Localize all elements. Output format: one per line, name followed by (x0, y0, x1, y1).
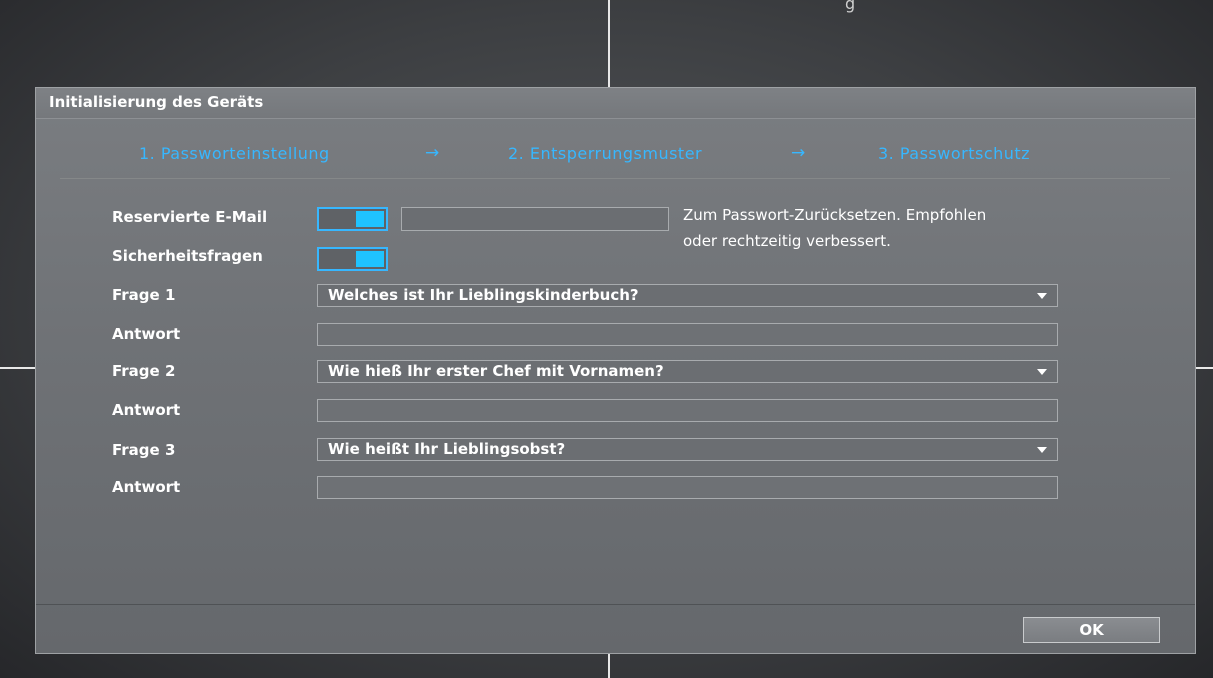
init-device-dialog: Initialisierung des Geräts 1. Passwortei… (35, 87, 1196, 654)
dropdown-caret-icon (1037, 369, 1047, 375)
step-password-setting: 1. Passworteinstellung (139, 144, 330, 163)
question-3-value: Wie heißt Ihr Lieblingsobst? (328, 440, 566, 458)
question-1-label: Frage 1 (112, 286, 176, 304)
steps-divider (60, 178, 1170, 179)
answer-2-input[interactable] (317, 399, 1058, 422)
email-hint-line1: Zum Passwort-Zurücksetzen. Empfohlen (683, 206, 987, 224)
step-arrow-icon: → (425, 143, 440, 163)
step-unlock-pattern: 2. Entsperrungsmuster (508, 144, 703, 163)
toggle-knob (356, 251, 384, 267)
ok-button[interactable]: OK (1023, 617, 1160, 643)
step-password-protection: 3. Passwortschutz (878, 144, 1031, 163)
question-1-select[interactable]: Welches ist Ihr Lieblingskinderbuch? (317, 284, 1058, 307)
reserved-email-toggle[interactable] (317, 207, 388, 231)
footer-divider (36, 604, 1195, 605)
question-2-value: Wie hieß Ihr erster Chef mit Vornamen? (328, 362, 664, 380)
answer-2-label: Antwort (112, 401, 181, 419)
grid-divider-vertical-bottom (608, 654, 610, 678)
security-questions-toggle[interactable] (317, 247, 388, 271)
dialog-title: Initialisierung des Geräts (49, 93, 264, 111)
dialog-titlebar: Initialisierung des Geräts (36, 88, 1195, 119)
grid-divider-horizontal-left (0, 367, 35, 369)
question-2-select[interactable]: Wie hieß Ihr erster Chef mit Vornamen? (317, 360, 1058, 383)
step-arrow-icon: → (791, 143, 806, 163)
answer-3-input[interactable] (317, 476, 1058, 499)
security-questions-label: Sicherheitsfragen (112, 247, 263, 265)
grid-divider-vertical-top (608, 0, 610, 87)
screen-background: g Initialisierung des Geräts 1. Passwort… (0, 0, 1213, 678)
email-hint-line2: oder rechtzeitig verbessert. (683, 232, 891, 250)
dropdown-caret-icon (1037, 293, 1047, 299)
question-1-value: Welches ist Ihr Lieblingskinderbuch? (328, 286, 639, 304)
answer-3-label: Antwort (112, 478, 181, 496)
email-input[interactable] (401, 207, 669, 231)
question-3-select[interactable]: Wie heißt Ihr Lieblingsobst? (317, 438, 1058, 461)
answer-1-label: Antwort (112, 325, 181, 343)
question-3-label: Frage 3 (112, 441, 176, 459)
answer-1-input[interactable] (317, 323, 1058, 346)
dropdown-caret-icon (1037, 447, 1047, 453)
question-2-label: Frage 2 (112, 362, 176, 380)
background-overlay-text: g (845, 0, 856, 13)
grid-divider-horizontal-right (1196, 367, 1213, 369)
toggle-knob (356, 211, 384, 227)
reserved-email-label: Reservierte E-Mail (112, 208, 268, 226)
